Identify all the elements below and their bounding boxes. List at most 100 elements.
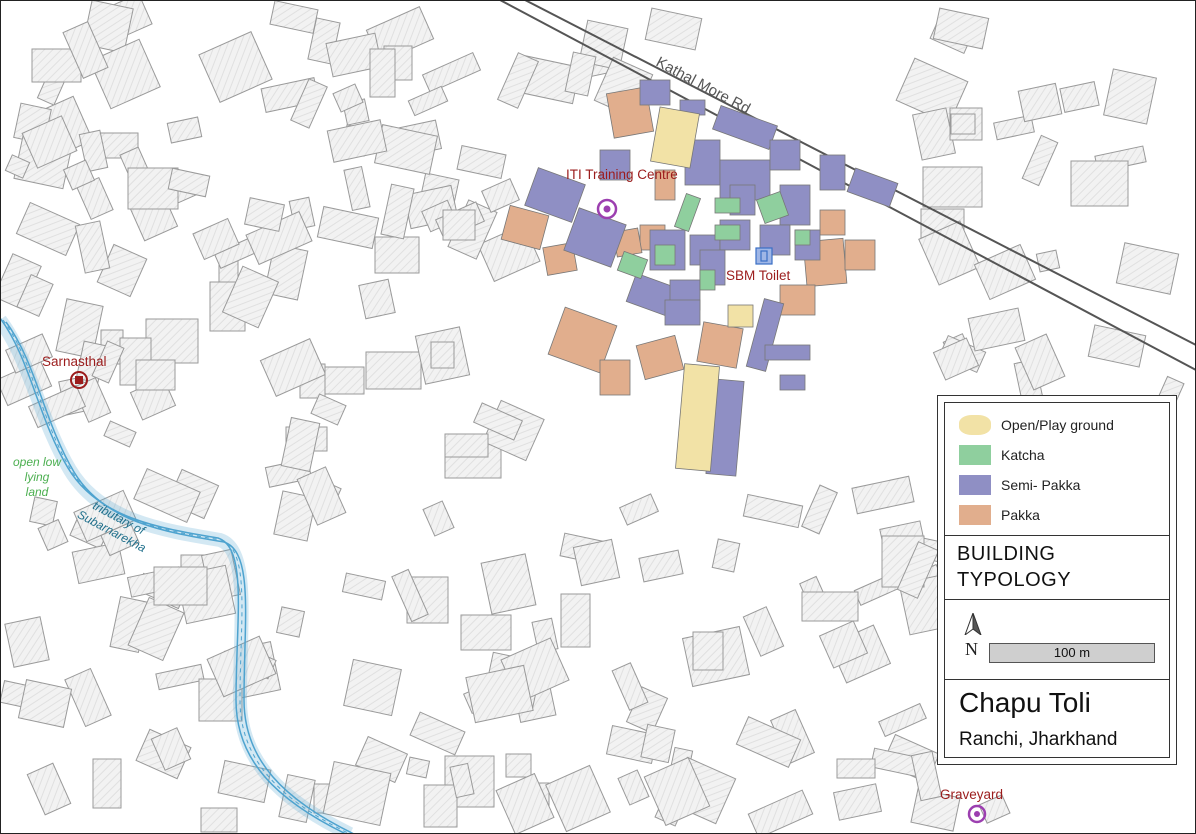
background-building <box>564 51 597 97</box>
iti-label: ITI Training Centre <box>566 168 678 182</box>
background-building <box>310 393 347 426</box>
background-building <box>560 593 591 648</box>
background-building <box>155 663 205 691</box>
background-building <box>742 493 804 529</box>
typology-line2: TYPOLOGY <box>957 569 1072 591</box>
background-building <box>423 784 458 828</box>
building-katcha <box>673 192 702 233</box>
swatch-pakka <box>959 505 991 525</box>
background-building <box>198 30 273 104</box>
background-building <box>17 679 73 728</box>
background-building <box>444 433 489 458</box>
legend-item-open: Open/Play ground <box>959 415 1114 435</box>
background-building <box>145 318 199 364</box>
background-building <box>1021 134 1059 187</box>
background-building <box>316 205 380 250</box>
background-building <box>380 183 415 240</box>
building-katcha <box>714 197 741 214</box>
background-building <box>801 591 859 622</box>
background-building <box>26 762 72 816</box>
building-pakka <box>844 239 876 271</box>
north-arrow-icon <box>964 613 982 635</box>
background-building <box>1070 160 1129 207</box>
background-building <box>611 662 649 711</box>
background-building <box>572 538 621 587</box>
swatch-katcha <box>959 445 991 465</box>
sarnasthal-label: Sarnasthal <box>42 354 107 369</box>
swatch-open <box>959 415 991 435</box>
legend-item-katcha: Katcha <box>959 445 1045 465</box>
background-building <box>369 48 396 98</box>
background-building <box>692 631 724 671</box>
background-building <box>1087 324 1147 368</box>
background-building <box>456 144 507 180</box>
sbm-toilet-marker[interactable] <box>755 247 773 265</box>
background-building <box>950 113 976 135</box>
background-building <box>243 197 286 232</box>
background-building <box>711 538 741 573</box>
background-building <box>747 789 814 834</box>
background-building <box>922 166 983 208</box>
building-semi <box>846 167 899 208</box>
building-pakka <box>819 209 846 236</box>
background-building <box>1017 82 1063 123</box>
legend-label-semi-pakka: Semi- Pakka <box>1001 477 1081 493</box>
building-semi <box>764 344 811 361</box>
background-building <box>422 500 455 537</box>
building-open <box>727 304 754 328</box>
background-building <box>430 341 455 369</box>
settlement-buildings <box>500 79 899 477</box>
background-building <box>324 366 365 395</box>
background-building <box>343 658 402 717</box>
background-building <box>280 416 321 473</box>
background-building <box>4 616 50 668</box>
iti-marker[interactable] <box>596 198 618 220</box>
background-building <box>1059 81 1100 113</box>
building-semi <box>769 139 801 171</box>
background-building <box>480 553 537 615</box>
graveyard-label: Graveyard <box>940 787 1004 802</box>
background-building <box>618 493 660 526</box>
map-view[interactable]: Kathal More Rd ITI Training Centre SBM T… <box>0 0 1196 834</box>
background-building <box>343 165 371 212</box>
background-building <box>932 337 980 381</box>
low-land-label: open low lying land <box>12 455 62 499</box>
place-title: Chapu Toli <box>959 687 1091 718</box>
background-building <box>15 201 81 257</box>
background-building <box>973 243 1037 301</box>
background-building <box>322 760 392 827</box>
background-building <box>269 0 319 34</box>
legend-item-semi-pakka: Semi- Pakka <box>959 475 1080 495</box>
background-building <box>409 711 466 756</box>
background-building <box>638 549 684 583</box>
background-building <box>200 807 238 833</box>
typology-section: BUILDING TYPOLOGY <box>945 535 1169 600</box>
background-building <box>460 614 512 651</box>
background-building <box>92 758 122 809</box>
background-building <box>617 769 650 806</box>
typology-title: BUILDING TYPOLOGY <box>957 541 1071 593</box>
background-building <box>407 85 449 117</box>
background-building <box>801 484 838 535</box>
background-building <box>421 51 482 94</box>
building-pakka <box>599 359 631 396</box>
place-subtitle: Ranchi, Jharkhand <box>959 729 1118 750</box>
background-building <box>545 764 611 833</box>
background-building <box>358 278 396 320</box>
background-building <box>74 220 111 274</box>
background-building <box>967 307 1026 352</box>
background-building <box>166 116 203 144</box>
legend-item-pakka: Pakka <box>959 505 1040 525</box>
building-katcha <box>714 224 741 241</box>
background-building <box>644 7 703 51</box>
background-building <box>442 209 476 241</box>
building-semi <box>664 299 701 326</box>
background-building <box>836 758 876 779</box>
background-building <box>832 783 883 821</box>
north-label: N <box>965 639 978 659</box>
background-building <box>374 236 420 274</box>
legend-label-katcha: Katcha <box>1001 447 1045 463</box>
background-building <box>64 667 112 728</box>
background-building <box>640 723 676 764</box>
building-semi <box>819 154 846 191</box>
